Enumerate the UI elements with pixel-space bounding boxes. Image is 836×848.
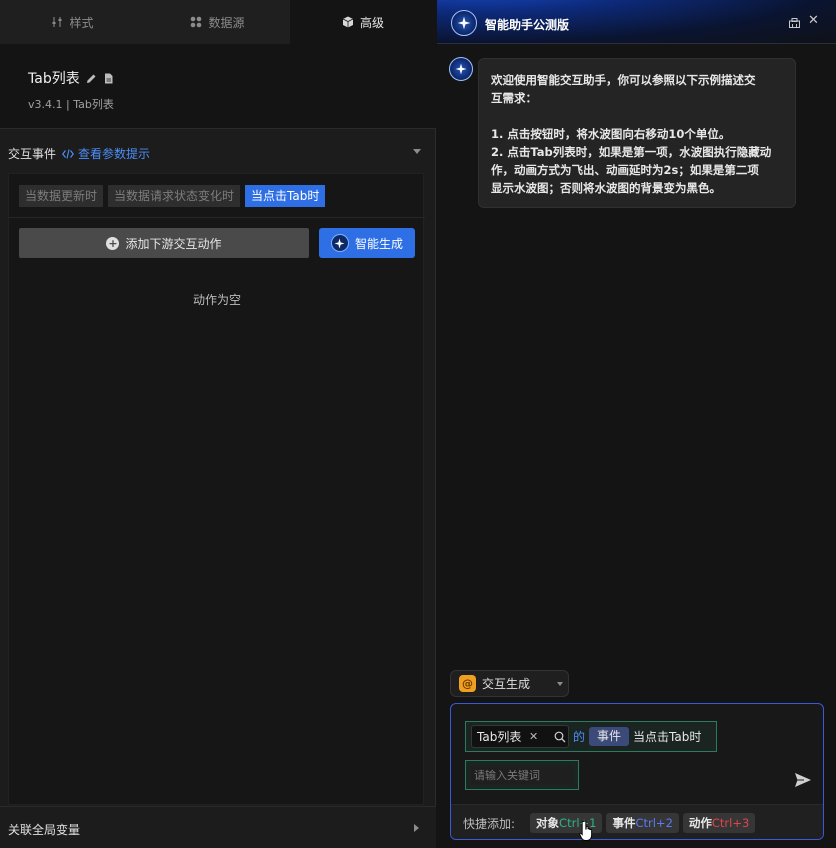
config-tabs: 样式 数据源 高级 <box>0 0 436 44</box>
cube-icon <box>342 16 354 28</box>
component-title: Tab列表 <box>28 71 80 87</box>
close-icon[interactable]: ✕ <box>808 13 819 28</box>
chevron-down-icon[interactable] <box>413 149 421 154</box>
keyword-input[interactable] <box>471 765 573 785</box>
message-line: 作，动画方式为飞出、动画延时为2s；如果是第二项 <box>491 163 759 177</box>
message-line: 欢迎使用智能交互助手，你可以参照以下示例描述交 <box>491 73 756 87</box>
quick-add-bar: 快捷添加: 对象Ctrl+1 事件Ctrl+2 动作Ctrl+3 <box>451 804 823 839</box>
search-icon[interactable] <box>554 731 566 743</box>
event-chip-data-update[interactable]: 当数据更新时 <box>19 185 104 207</box>
quick-add-object-label: 对象 <box>536 816 560 830</box>
mode-select-value: 交互生成 <box>482 677 531 691</box>
component-header: Tab列表 v3.4.1 | Tab列表 <box>0 44 436 129</box>
assistant-header: 智能助手公测版 ✕ <box>437 0 836 44</box>
object-token[interactable]: Tab列表 ✕ <box>471 725 569 748</box>
event-token-value[interactable]: 当点击Tab时 <box>633 728 701 745</box>
component-title-row: Tab列表 <box>28 68 114 88</box>
event-chip-tab-click[interactable]: 当点击Tab时 <box>245 185 326 207</box>
composer: Tab列表 ✕ 的 事件 当点击Tab时 快捷添加: 对象Ctrl+1 事件Ct… <box>450 703 824 840</box>
event-chip-row: 当数据更新时 当数据请求状态变化时 当点击Tab时 <box>19 185 326 207</box>
quick-add-event-shortcut: Ctrl+2 <box>635 816 673 830</box>
welcome-message: 欢迎使用智能交互助手，你可以参照以下示例描述交 互需求： 1. 点击按钮时，将水… <box>478 58 796 208</box>
tab-style-label: 样式 <box>69 15 94 30</box>
send-icon[interactable] <box>794 772 812 788</box>
assistant-title: 智能助手公测版 <box>485 18 570 32</box>
tab-style[interactable]: 样式 <box>0 0 145 44</box>
assistant-logo-icon <box>451 10 477 36</box>
event-token[interactable]: 事件 <box>589 727 630 746</box>
events-box: 当数据更新时 当数据请求状态变化时 当点击Tab时 + 添加下游交互动作 智能生… <box>8 173 425 805</box>
add-downstream-action-button[interactable]: + 添加下游交互动作 <box>19 228 309 258</box>
message-line: 显示水波图；否则将水波图的背景变为黑色。 <box>491 181 721 195</box>
config-panel: 样式 数据源 高级 Tab列表 v3.4.1 | Tab列表 交互事件 查看参数… <box>0 0 436 848</box>
quick-add-event-label: 事件 <box>612 816 636 830</box>
mode-select[interactable]: @ 交互生成 <box>450 670 569 697</box>
chevron-down-icon <box>557 682 563 686</box>
tab-advanced[interactable]: 高级 <box>290 0 436 44</box>
dock-icon[interactable] <box>789 18 800 28</box>
prompt-token-row: Tab列表 ✕ 的 事件 当点击Tab时 <box>465 721 717 752</box>
add-downstream-action-label: 添加下游交互动作 <box>125 236 222 251</box>
global-vars-section[interactable]: 关联全局变量 <box>0 806 436 848</box>
message-line: 1. 点击按钮时，将水波图向右移动10个单位。 <box>491 127 731 141</box>
sparkle-icon <box>330 234 349 252</box>
divider <box>9 217 425 218</box>
empty-actions-text: 动作为空 <box>192 293 241 307</box>
edit-pencil-icon[interactable] <box>86 73 97 84</box>
keyword-box <box>465 760 579 790</box>
smart-generate-label: 智能生成 <box>354 236 403 251</box>
connector-text: 的 <box>573 730 586 744</box>
tab-datasource[interactable]: 数据源 <box>145 0 290 44</box>
object-token-label: Tab列表 <box>477 730 522 744</box>
bot-avatar-icon <box>449 57 473 81</box>
message-line: 互需求： <box>491 91 537 105</box>
quick-add-event-button[interactable]: 事件Ctrl+2 <box>606 813 679 833</box>
component-version: v3.4.1 | Tab列表 <box>28 98 114 111</box>
code-icon <box>62 148 74 159</box>
message-line: 2. 点击Tab列表时，如果是第一项，水波图执行隐藏动 <box>491 145 772 159</box>
message-gap <box>491 107 783 125</box>
param-hint-link[interactable]: 查看参数提示 <box>62 145 150 162</box>
at-sign-icon: @ <box>459 675 476 692</box>
quick-add-action-label: 动作 <box>688 816 712 830</box>
events-section-label: 交互事件 <box>8 147 57 161</box>
events-section-header[interactable]: 交互事件 查看参数提示 <box>0 137 436 167</box>
assistant-panel: 智能助手公测版 ✕ 欢迎使用智能交互助手，你可以参照以下示例描述交 互需求： 1… <box>437 0 836 848</box>
event-chip-request-status[interactable]: 当数据请求状态变化时 <box>108 185 241 207</box>
chevron-right-icon[interactable] <box>414 824 419 832</box>
tab-datasource-label: 数据源 <box>208 15 245 30</box>
tab-advanced-label: 高级 <box>359 15 384 30</box>
smart-generate-button[interactable]: 智能生成 <box>319 228 415 258</box>
global-vars-label: 关联全局变量 <box>8 823 81 837</box>
remove-token-icon[interactable]: ✕ <box>529 730 538 743</box>
quick-add-action-shortcut: Ctrl+3 <box>711 816 750 830</box>
sliders-icon <box>52 17 62 27</box>
document-icon[interactable] <box>103 73 114 84</box>
hand-cursor-icon <box>579 820 593 841</box>
grid-dots-icon <box>191 16 202 28</box>
quick-add-action-button[interactable]: 动作Ctrl+3 <box>682 813 756 833</box>
param-hint-label: 查看参数提示 <box>78 147 151 161</box>
plus-circle-icon: + <box>106 236 120 250</box>
quick-add-label: 快捷添加: <box>463 816 516 831</box>
